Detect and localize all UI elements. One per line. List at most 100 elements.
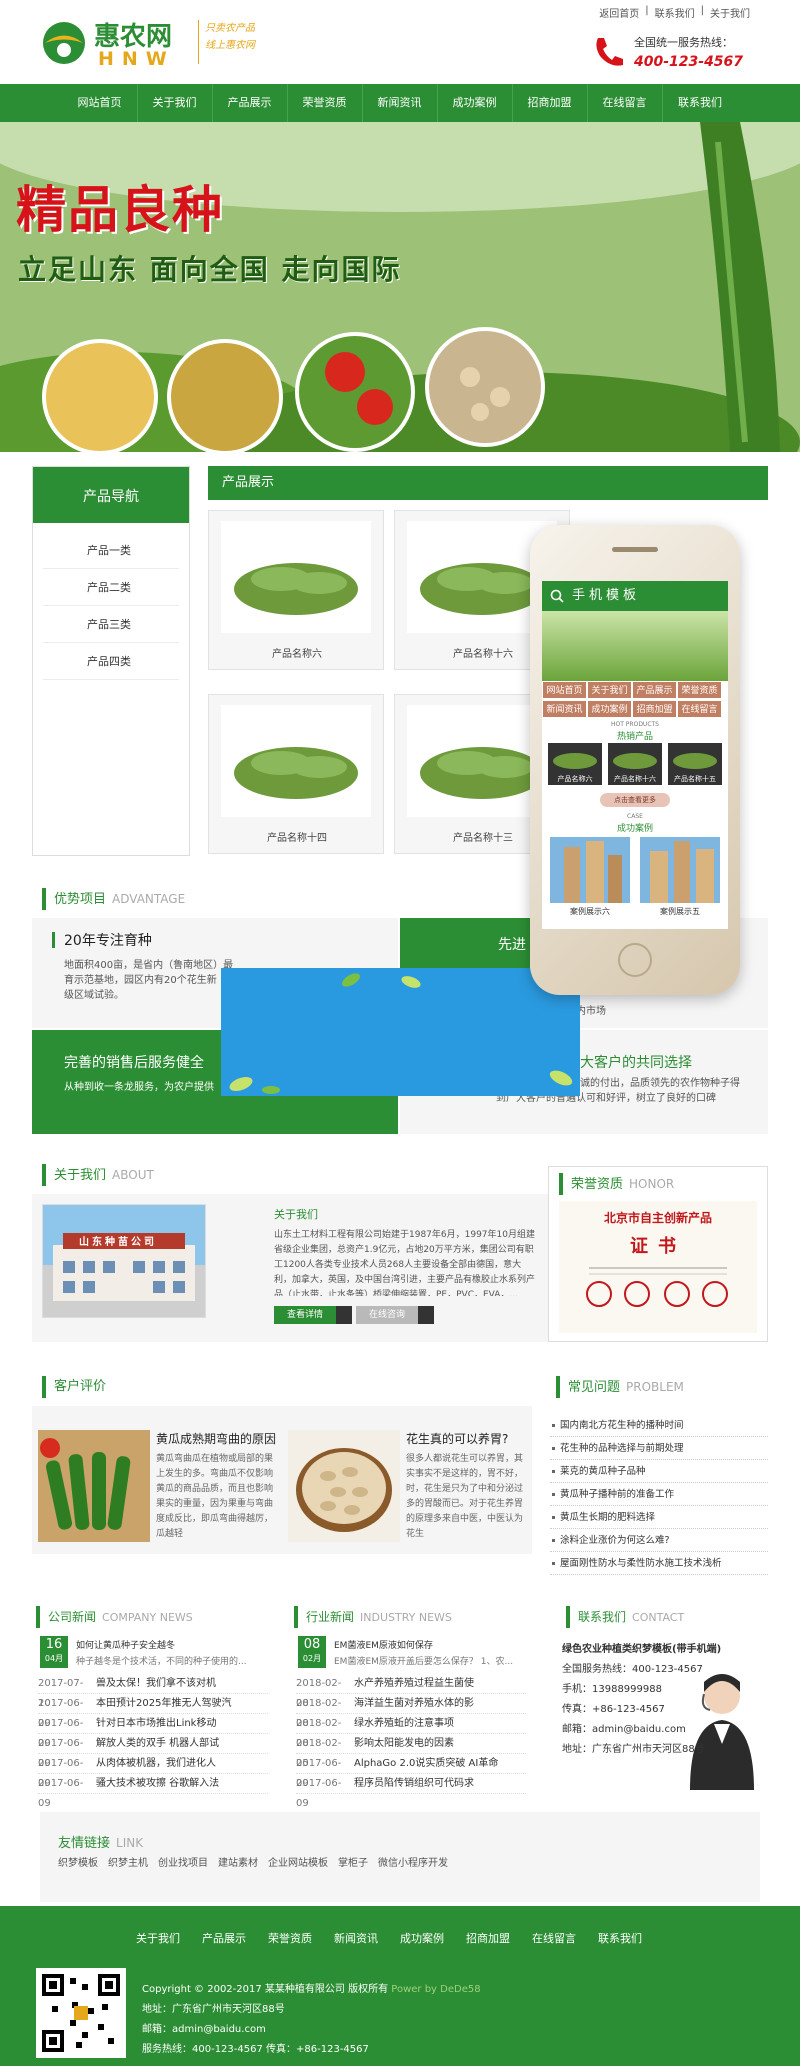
- nav-cases[interactable]: 成功案例: [438, 84, 513, 122]
- nav-home[interactable]: 网站首页: [63, 84, 138, 122]
- phone-nav-item[interactable]: 招商加盟: [632, 700, 677, 718]
- nav-about[interactable]: 关于我们: [138, 84, 213, 122]
- faq-item[interactable]: 黄瓜生长期的肥料选择: [550, 1506, 768, 1529]
- phone-nav-item[interactable]: 产品展示: [632, 681, 677, 699]
- phone-hot-en: HOT PRODUCTS: [611, 721, 659, 728]
- phone-title-bar: 手机模板: [542, 581, 728, 611]
- friend-link[interactable]: 创业找项目: [158, 1854, 208, 1869]
- news-row[interactable]: 2017-06-09 从肉体被机器，我们进化人: [38, 1754, 268, 1789]
- floating-popup-ad[interactable]: [221, 968, 580, 1096]
- faq-item[interactable]: 涂料企业涨价为何这么难?: [550, 1529, 768, 1552]
- footer-nav-item[interactable]: 联系我们: [598, 1930, 642, 1946]
- friend-link[interactable]: 企业网站模板: [268, 1854, 328, 1869]
- nav-products[interactable]: 产品展示: [213, 84, 288, 122]
- news-title: AlphaGo 2.0说实质突破 AI革命: [354, 1758, 499, 1769]
- reviews-section-title: 客户评价: [42, 1376, 342, 1398]
- mobile-template-mockup[interactable]: 手机模板 网站首页 关于我们 产品展示 荣誉资质 新闻资讯 成功案例 招商加盟 …: [530, 525, 740, 995]
- friend-link[interactable]: 建站素材: [218, 1854, 258, 1869]
- site-logo[interactable]: 惠农网 HNW 只卖农产品 线上惠农网: [40, 14, 270, 74]
- friend-link[interactable]: 微信小程序开发: [378, 1854, 448, 1869]
- phone-nav-item[interactable]: 网站首页: [542, 681, 587, 699]
- sidebar-item-cat1[interactable]: 产品一类: [43, 533, 179, 569]
- nav-honor[interactable]: 荣誉资质: [288, 84, 363, 122]
- sidebar-item-cat2[interactable]: 产品二类: [43, 570, 179, 606]
- about-consult-button[interactable]: 在线咨询: [356, 1306, 418, 1324]
- top-link-about[interactable]: 关于我们: [710, 5, 750, 20]
- nav-join[interactable]: 招商加盟: [513, 84, 588, 122]
- phone-nav-item[interactable]: 在线留言: [677, 700, 722, 718]
- about-detail-button[interactable]: 查看详情: [274, 1306, 336, 1324]
- sidebar-item-cat3[interactable]: 产品三类: [43, 607, 179, 643]
- phone-nav-item[interactable]: 成功案例: [587, 700, 632, 718]
- news-row[interactable]: 2018-02-08 绿水养殖蚯的注意事项: [296, 1714, 526, 1749]
- news-row[interactable]: 2017-06-09 程序员陷传销组织可代码求: [296, 1774, 526, 1809]
- news-row[interactable]: 2018-02-05 影响太阳能发电的因素: [296, 1734, 526, 1769]
- hotline-block: 全国统一服务热线： 400-123-4567: [592, 30, 782, 80]
- phone-case-item[interactable]: 案例展示六: [550, 837, 630, 919]
- news-date: 2018-02-08: [296, 1678, 342, 1709]
- phone-hot-item[interactable]: 产品名称六: [548, 743, 602, 785]
- news-date: 2018-02-05: [296, 1738, 342, 1769]
- phone-nav-item[interactable]: 新闻资讯: [542, 700, 587, 718]
- phone-case-item[interactable]: 案例展示五: [640, 837, 720, 919]
- news-feature-desc: EM菌液EM原液开盖后要怎么保存？ 1、农...: [334, 1657, 514, 1667]
- friend-link[interactable]: 织梦模板: [58, 1854, 98, 1869]
- news-row[interactable]: 2018-02-08 海洋益生菌对养殖水体的影: [296, 1694, 526, 1729]
- news-row[interactable]: 2017-06-09 AlphaGo 2.0说实质突破 AI革命: [296, 1754, 526, 1789]
- faq-item[interactable]: 屋面刚性防水与柔性防水施工技术浅析: [550, 1552, 768, 1575]
- footer-nav-item[interactable]: 荣誉资质: [268, 1930, 312, 1946]
- news-row[interactable]: 2017-07-10 兽及太保！我们拿不该对机: [38, 1674, 268, 1709]
- phone-nav-item[interactable]: 荣誉资质: [677, 681, 722, 699]
- news-feature-title[interactable]: 如何让黄瓜种子安全越冬: [76, 1638, 175, 1651]
- phone-hot-name: 产品名称六: [557, 775, 593, 783]
- product-card[interactable]: 产品名称六: [208, 510, 384, 670]
- news-row[interactable]: 2017-06-09 针对日本市场推出Link移动: [38, 1714, 268, 1749]
- nav-news[interactable]: 新闻资讯: [363, 84, 438, 122]
- news-row[interactable]: 2018-02-08 水产养殖养殖过程益生菌使: [296, 1674, 526, 1709]
- divider: |: [645, 5, 649, 16]
- contact-company: 绿色农业种植类织梦模板(带手机端): [562, 1644, 722, 1655]
- footer-nav-item[interactable]: 关于我们: [136, 1930, 180, 1946]
- honor-certificate[interactable]: 北京市自主创新产品 证书: [559, 1201, 757, 1333]
- friend-link[interactable]: 掌柜子: [338, 1854, 368, 1869]
- sidebar-item-cat4[interactable]: 产品四类: [43, 644, 179, 680]
- product-name: 产品名称十四: [267, 833, 327, 844]
- phone-hot-name: 产品名称十六: [614, 775, 656, 783]
- news-row[interactable]: 2017-06-09 本田预计2025年推无人驾驶汽: [38, 1694, 268, 1729]
- faq-item[interactable]: 花生种的品种选择与前期处理: [550, 1437, 768, 1460]
- footer-nav-item[interactable]: 在线留言: [532, 1930, 576, 1946]
- friend-link[interactable]: 织梦主机: [108, 1854, 148, 1869]
- hotline-label: 全国统一服务热线：: [634, 36, 733, 49]
- footer-power[interactable]: Power by DeDe58: [391, 1984, 480, 1995]
- footer-nav-item[interactable]: 新闻资讯: [334, 1930, 378, 1946]
- about-panel: 山东种苗公司 关于我们 山东土工材料工程有限公司始建于1987年6月，1997年…: [32, 1194, 550, 1342]
- news-title: 影响太阳能发电的因素: [354, 1738, 454, 1749]
- news-feature-title[interactable]: EM菌液EM原液如何保存: [334, 1638, 433, 1651]
- review-title[interactable]: 花生真的可以养胃?: [406, 1430, 508, 1447]
- news-row[interactable]: 2017-06-09 骚大技术被攻擦 谷歌解入法: [38, 1774, 268, 1809]
- advantage-section-title: 优势项目 ADVANTAGE: [42, 888, 342, 910]
- faq-item[interactable]: 莱克的黄瓜种子品种: [550, 1460, 768, 1483]
- nav-message[interactable]: 在线留言: [588, 84, 663, 122]
- phone-more-button[interactable]: 点击查看更多: [600, 793, 670, 807]
- phone-hot-item[interactable]: 产品名称十六: [608, 743, 662, 785]
- news-row[interactable]: 2017-06-09 解放人类的双手 机器人部试: [38, 1734, 268, 1769]
- hero-banner[interactable]: 精品良种 立足山东 面向全国 走向国际: [0, 122, 800, 452]
- product-card[interactable]: 产品名称十四: [208, 694, 384, 854]
- phone-banner: [542, 611, 728, 681]
- phone-hot-item[interactable]: 产品名称十五: [668, 743, 722, 785]
- footer-nav-item[interactable]: 招商加盟: [466, 1930, 510, 1946]
- phone-nav-item[interactable]: 关于我们: [587, 681, 632, 699]
- review-title[interactable]: 黄瓜成熟期弯曲的原因: [156, 1430, 276, 1447]
- footer-nav-item[interactable]: 成功案例: [400, 1930, 444, 1946]
- faq-item[interactable]: 黄瓜种子播种前的准备工作: [550, 1483, 768, 1506]
- slogan-line-1: 只卖农产品: [205, 23, 255, 34]
- nav-contact[interactable]: 联系我们: [663, 84, 738, 122]
- faq-item[interactable]: 国内南北方花生种的播种时间: [550, 1414, 768, 1437]
- review-image: [288, 1430, 400, 1542]
- footer-nav-item[interactable]: 产品展示: [202, 1930, 246, 1946]
- news-title: 骚大技术被攻擦 谷歌解入法: [96, 1778, 220, 1789]
- top-link-home[interactable]: 返回首页: [599, 5, 639, 20]
- top-link-contact[interactable]: 联系我们: [655, 5, 695, 20]
- certificate-label: 证书: [630, 1236, 686, 1257]
